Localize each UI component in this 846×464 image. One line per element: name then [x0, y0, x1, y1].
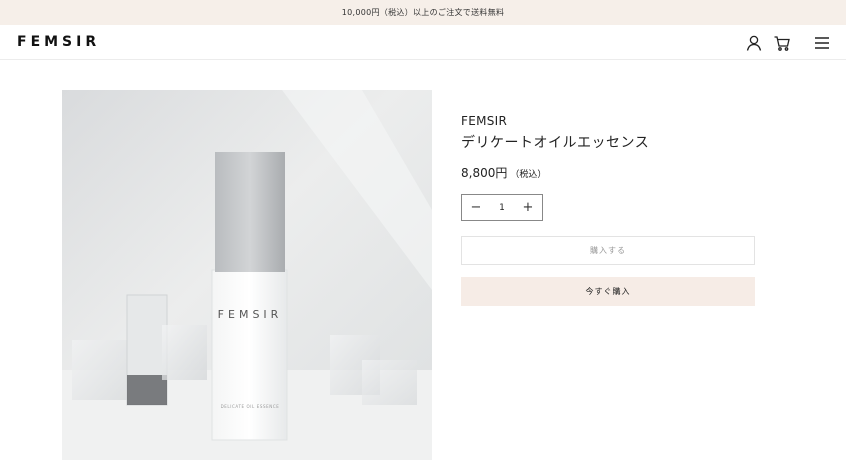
site-header: FEMSIR — [0, 25, 846, 60]
product-title: デリケートオイルエッセンス — [461, 135, 650, 151]
quantity-stepper: − 1 + — [461, 194, 543, 221]
bottle-brand-text: FEMSIR — [218, 308, 283, 321]
product-info: FEMSIR デリケートオイルエッセンス 8,800円 （税込） — [461, 114, 755, 181]
quantity-decrease-button[interactable]: − — [468, 200, 484, 216]
bottle-product-text: DELICATE OIL ESSENCE — [221, 404, 280, 409]
price-row: 8,800円 （税込） — [461, 164, 755, 181]
quantity-increase-button[interactable]: + — [520, 200, 536, 216]
buy-now-label: 今すぐ購入 — [585, 287, 631, 296]
buy-now-button[interactable]: 今すぐ購入 — [461, 277, 755, 306]
cart-icon[interactable] — [773, 34, 791, 52]
add-to-cart-button[interactable]: 購入する — [461, 236, 755, 265]
announcement-bar: 10,000円（税込）以上のご注文で送料無料 — [0, 0, 846, 25]
site-logo[interactable]: FEMSIR — [17, 34, 100, 50]
quantity-value[interactable]: 1 — [499, 203, 505, 213]
product-price: 8,800円 — [461, 166, 508, 180]
product-photo: FEMSIR DELICATE OIL ESSENCE — [62, 90, 432, 460]
user-icon[interactable] — [745, 34, 763, 52]
product-vendor: FEMSIR — [461, 114, 508, 128]
tax-label: （税込） — [510, 170, 547, 180]
announcement-text: 10,000円（税込）以上のご注文で送料無料 — [341, 8, 505, 17]
product-image[interactable]: FEMSIR DELICATE OIL ESSENCE — [62, 90, 432, 460]
add-to-cart-label: 購入する — [590, 246, 626, 255]
menu-icon[interactable] — [813, 34, 831, 52]
